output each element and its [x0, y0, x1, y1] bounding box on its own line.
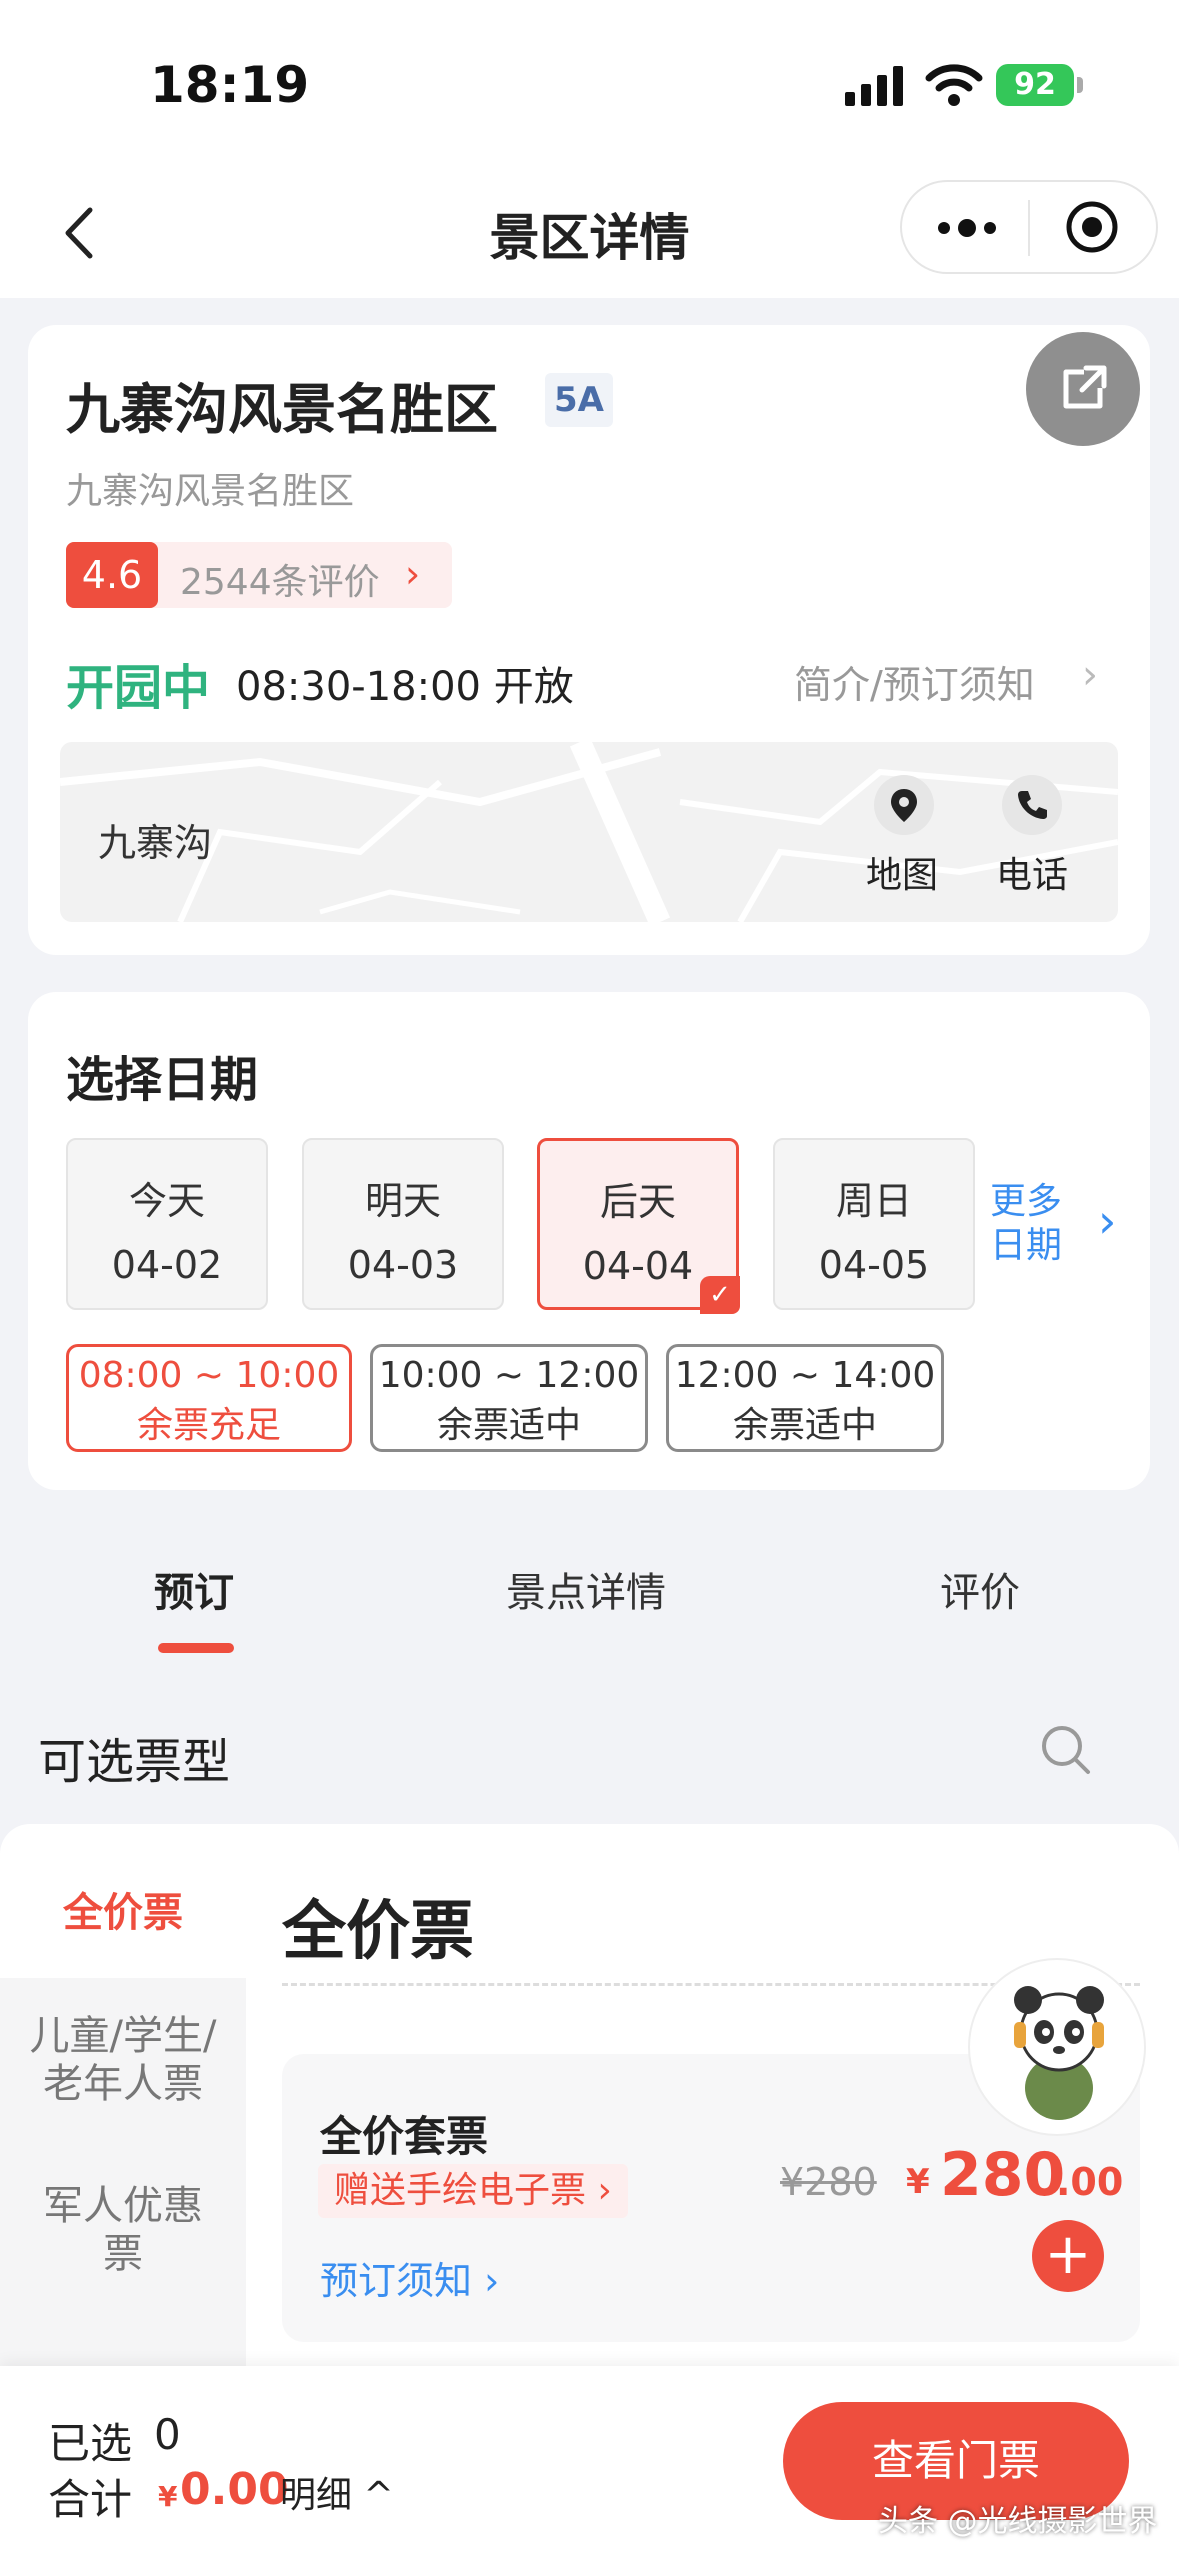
chevron-right-icon: ›	[597, 2170, 612, 2211]
date-section-title: 选择日期	[66, 1052, 259, 1108]
map-location-label: 九寨沟	[98, 821, 213, 865]
time-slot-time: 10:00 ~ 12:00	[378, 1355, 640, 1396]
date-chip-date: 04-05	[818, 1243, 930, 1287]
section-title: 全价票	[282, 1895, 474, 1969]
sidebar-item-full-price[interactable]: 全价票	[0, 1848, 246, 1978]
review-count[interactable]: 2544条评价	[180, 553, 380, 605]
chevron-right-icon: ›	[405, 552, 421, 596]
phone-button[interactable]	[1002, 775, 1062, 835]
time-slot-status: 余票适中	[436, 1405, 581, 1446]
total-label: 合计	[48, 2475, 133, 2524]
time-slot[interactable]: 12:00 ~ 14:00 余票适中	[666, 1344, 944, 1452]
map-button[interactable]	[874, 775, 934, 835]
capsule-divider	[1028, 200, 1030, 256]
close-miniprogram-icon[interactable]	[1062, 197, 1122, 257]
map-roads	[60, 742, 1118, 922]
total-amount: 0.00	[180, 2464, 289, 2515]
panda-mascot-button[interactable]	[968, 1958, 1146, 2136]
watermark: 头条 @光线摄影世界	[878, 2504, 1158, 2539]
time-slot[interactable]: 08:00 ~ 10:00 余票充足	[66, 1344, 352, 1452]
price-decimal: .00	[1056, 2160, 1124, 2204]
ticket-name: 全价套票	[320, 2112, 489, 2161]
selected-label: 已选	[48, 2419, 133, 2468]
open-hours: 08:30-18:00 开放	[236, 664, 574, 710]
date-chip-label: 今天	[128, 1179, 205, 1223]
time-slot-time: 12:00 ~ 14:00	[674, 1355, 936, 1396]
tab-spot-details[interactable]: 景点详情	[506, 1560, 666, 1618]
map-button-label[interactable]: 地图	[866, 846, 938, 898]
date-chip-tomorrow[interactable]: 明天 04-03	[302, 1138, 504, 1310]
more-icon[interactable]	[932, 206, 1002, 250]
time-slot-time: 08:00 ~ 10:00	[78, 1355, 340, 1396]
date-chip-date: 04-03	[347, 1243, 459, 1287]
more-dates-link[interactable]: 更多日期	[990, 1180, 1070, 1268]
booking-notice-link[interactable]: 预订须知 ›	[320, 2250, 499, 2305]
date-chip-label: 周日	[835, 1179, 912, 1223]
chevron-right-icon[interactable]: ›	[1098, 1194, 1116, 1248]
tab-booking[interactable]: 预订	[154, 1560, 234, 1618]
signal-icon	[845, 66, 903, 106]
gift-tag[interactable]: 赠送手绘电子票 ›	[318, 2164, 628, 2218]
check-icon: ✓	[700, 1276, 740, 1314]
tab-active-indicator	[158, 1643, 234, 1653]
phone-icon	[1018, 791, 1047, 819]
original-price: ¥280	[780, 2160, 877, 2204]
share-button[interactable]	[1026, 332, 1140, 446]
sidebar-item-concession[interactable]: 儿童/学生/老年人票	[0, 2012, 246, 2108]
location-pin-icon	[891, 789, 917, 822]
date-chip-sunday[interactable]: 周日 04-05	[773, 1138, 975, 1310]
search-icon[interactable]	[1036, 1720, 1096, 1780]
total-currency: ¥	[158, 2480, 178, 2513]
tab-reviews[interactable]: 评价	[940, 1560, 1020, 1618]
date-chip-today[interactable]: 今天 04-02	[66, 1138, 268, 1310]
open-status: 开园中	[66, 660, 211, 716]
time-slot[interactable]: 10:00 ~ 12:00 余票适中	[370, 1344, 648, 1452]
date-chip-label: 后天	[599, 1180, 676, 1224]
spot-subtitle: 九寨沟风景名胜区	[66, 471, 355, 512]
spot-name: 九寨沟风景名胜区	[66, 378, 498, 441]
phone-button-label[interactable]: 电话	[996, 846, 1068, 898]
sidebar-item-military[interactable]: 军人优惠票	[0, 2182, 246, 2278]
level-badge: 5A	[545, 373, 613, 427]
status-time: 18:19	[150, 56, 310, 114]
back-icon[interactable]	[46, 198, 116, 268]
gift-tag-label: 赠送手绘电子票	[334, 2170, 587, 2211]
battery-icon: 92	[996, 64, 1074, 106]
booking-notice-label: 预订须知	[320, 2259, 473, 2303]
rating-score: 4.6	[66, 542, 158, 608]
battery-cap	[1077, 77, 1083, 93]
chevron-right-icon: ›	[1082, 652, 1098, 698]
price-integer: 280	[940, 2140, 1066, 2210]
time-slot-status: 余票充足	[136, 1405, 281, 1446]
panda-mascot-icon	[1014, 1986, 1104, 2120]
time-slot-status: 余票适中	[732, 1405, 877, 1446]
price-currency: ¥	[906, 2162, 930, 2202]
selected-count: 0	[154, 2410, 181, 2459]
share-icon	[1063, 365, 1107, 409]
chevron-up-icon: ^	[363, 2475, 394, 2516]
add-ticket-button[interactable]: +	[1032, 2220, 1104, 2292]
date-chip-label: 明天	[364, 1179, 441, 1223]
price-detail-toggle[interactable]: 明细 ^	[280, 2466, 394, 2518]
chevron-right-icon: ›	[484, 2259, 500, 2303]
date-chip-date: 04-02	[111, 1243, 223, 1287]
intro-notice-link[interactable]: 简介/预订须知	[794, 654, 1035, 709]
ticket-types-label: 可选票型	[38, 1734, 231, 1790]
wifi-icon	[925, 64, 983, 106]
map-preview[interactable]	[60, 742, 1118, 922]
price-detail-label: 明细	[280, 2475, 353, 2516]
